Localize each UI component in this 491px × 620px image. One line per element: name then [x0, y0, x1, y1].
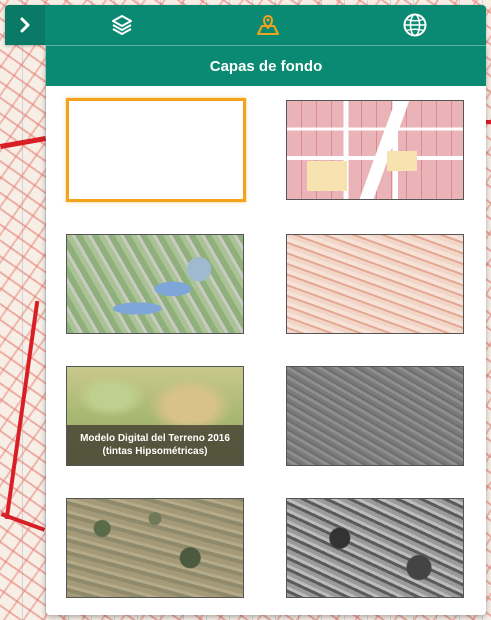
tab-basemaps[interactable] — [238, 5, 298, 45]
thumb-block — [387, 151, 417, 171]
collapse-panel-button[interactable] — [5, 5, 45, 45]
globe-icon — [403, 13, 427, 37]
basemap-mdt-hypsometric[interactable]: Modelo Digital del Terreno 2016 (tintas … — [66, 366, 244, 466]
thumb-block — [307, 161, 347, 191]
basemap-orthophoto[interactable] — [66, 234, 244, 334]
map-pin-icon — [257, 15, 279, 35]
basemap-shaded-relief[interactable] — [286, 234, 464, 334]
basemap-blank[interactable] — [66, 98, 246, 202]
tab-layers[interactable] — [92, 5, 152, 45]
basemap-aerial-bw[interactable] — [286, 498, 464, 598]
basemap-aerial-color[interactable] — [66, 498, 244, 598]
panel-title: Capas de fondo — [46, 45, 486, 86]
toolbar — [5, 5, 486, 45]
map-road — [4, 300, 40, 520]
basemap-panel: Capas de fondo Modelo Digital del Terren… — [46, 45, 486, 615]
tab-globe[interactable] — [385, 5, 445, 45]
basemap-caption: Modelo Digital del Terreno 2016 (tintas … — [67, 425, 243, 465]
basemap-grayscale-relief[interactable] — [286, 366, 464, 466]
caption-line-2: (tintas Hipsométricas) — [102, 446, 208, 457]
map-road — [0, 136, 47, 149]
caption-line-1: Modelo Digital del Terreno 2016 — [80, 433, 230, 444]
basemap-urban-cadastre[interactable] — [286, 100, 464, 200]
chevron-right-icon — [20, 17, 30, 33]
layers-icon — [112, 15, 132, 35]
